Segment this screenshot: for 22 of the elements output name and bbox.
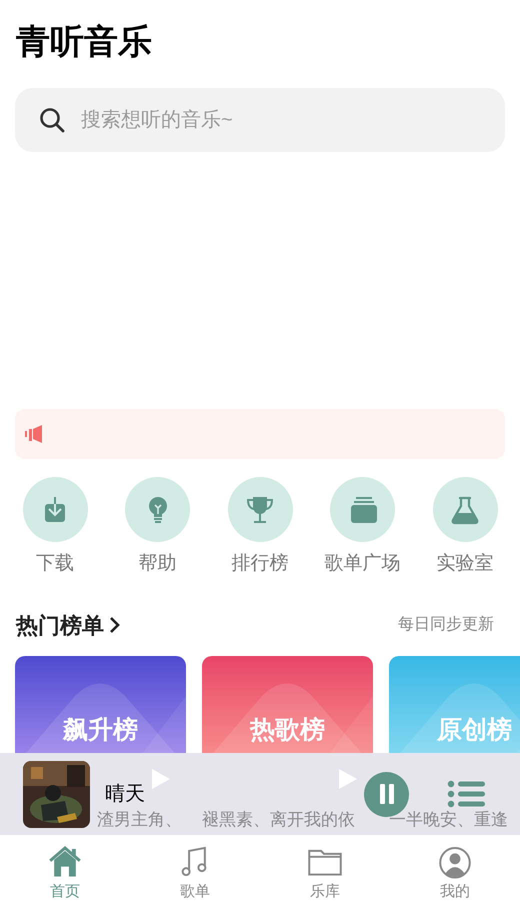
nav-tab[interactable]: 乐库 xyxy=(260,835,390,903)
shortcut-label[interactable]: 歌单广场 xyxy=(324,550,400,578)
card-title: 原创榜 xyxy=(436,714,513,746)
card-description: 渣男主角、 xyxy=(97,808,182,830)
shortcut-label[interactable]: 帮助 xyxy=(138,550,176,578)
section-subtitle: 每日同步更新 xyxy=(398,614,495,635)
app-title: 青听音乐 xyxy=(16,22,152,63)
chart-card[interactable]: 热歌榜 xyxy=(202,656,373,754)
card-title: 热歌榜 xyxy=(248,714,326,746)
section-title[interactable]: 热门榜单 xyxy=(16,608,104,642)
shortcut-label[interactable]: 排行榜 xyxy=(232,550,288,578)
nav-tab[interactable]: 歌单 xyxy=(130,835,260,903)
shortcut-label[interactable]: 下载 xyxy=(36,550,74,578)
nav-tab[interactable]: 首页 xyxy=(0,835,130,903)
card-description: 一半晚安、重逢 xyxy=(389,808,508,830)
card-title: 飙升榜 xyxy=(62,714,139,746)
shortcut-label[interactable]: 实验室 xyxy=(436,550,494,578)
song-title: 晴天 xyxy=(105,782,145,807)
nav-tab[interactable]: 我的 xyxy=(390,835,520,903)
card-description: 褪黑素、离开我的依 xyxy=(202,808,355,830)
search-field[interactable]: 搜索想听的音乐~ xyxy=(15,88,505,152)
chart-card[interactable]: 飙升榜 xyxy=(15,656,186,754)
